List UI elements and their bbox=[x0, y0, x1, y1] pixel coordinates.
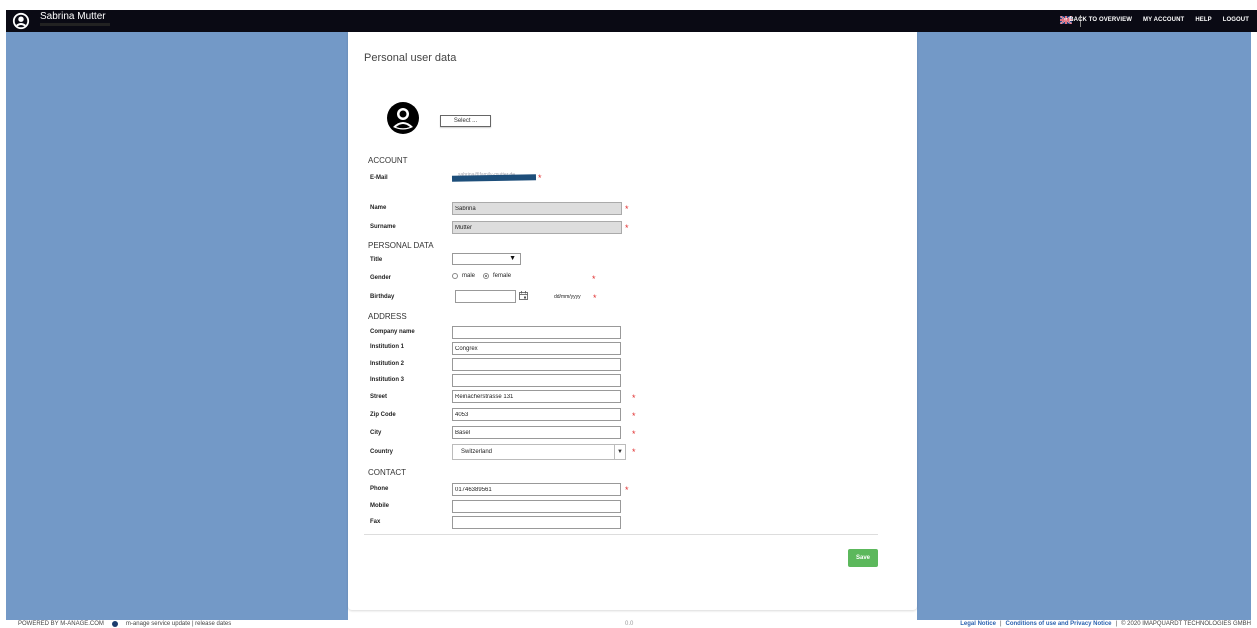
gender-label: Gender bbox=[370, 275, 392, 281]
top-navigation-bar: Sabrina Mutter « BACK TO OVERVIEW MY ACC… bbox=[6, 10, 1257, 32]
street-input[interactable] bbox=[452, 390, 621, 403]
institution3-input[interactable] bbox=[452, 374, 621, 387]
fax-input[interactable] bbox=[452, 516, 621, 529]
surname-required-mark: * bbox=[625, 223, 629, 233]
zip-label: Zip Code bbox=[370, 412, 396, 418]
section-account-heading: ACCOUNT bbox=[368, 156, 408, 165]
email-label: E-Mail bbox=[370, 175, 388, 181]
dropdown-arrow-icon: ▼ bbox=[617, 449, 623, 455]
gender-male-label: male bbox=[462, 273, 476, 279]
background-panel-left bbox=[6, 32, 348, 620]
city-input[interactable] bbox=[452, 426, 621, 439]
institution3-label: Institution 3 bbox=[370, 377, 404, 383]
phone-input[interactable] bbox=[452, 483, 621, 496]
help-link[interactable]: HELP bbox=[1195, 17, 1211, 23]
form-divider bbox=[364, 534, 878, 535]
institution2-label: Institution 2 bbox=[370, 361, 404, 367]
title-label: Title bbox=[370, 257, 383, 263]
section-address-heading: ADDRESS bbox=[368, 312, 407, 321]
phone-required-mark: * bbox=[625, 485, 629, 495]
surname-input[interactable] bbox=[452, 221, 622, 234]
conditions-link[interactable]: Conditions of use and Privacy Notice bbox=[1006, 621, 1112, 627]
street-label: Street bbox=[370, 394, 388, 400]
country-select[interactable]: Switzerland ▼ bbox=[452, 444, 626, 460]
save-button[interactable]: Save bbox=[848, 549, 878, 567]
footer-left: POWERED BY M-ANAGE.COM m-anage service u… bbox=[18, 621, 231, 627]
mobile-input[interactable] bbox=[452, 500, 621, 513]
country-value: Switzerland bbox=[461, 449, 493, 455]
profile-picture-icon bbox=[387, 102, 419, 134]
birthday-input[interactable] bbox=[455, 290, 516, 303]
section-personal-heading: PERSONAL DATA bbox=[368, 241, 434, 250]
name-input[interactable] bbox=[452, 202, 622, 215]
gender-required-mark: * bbox=[592, 274, 596, 284]
mobile-label: Mobile bbox=[370, 503, 389, 509]
gender-female-radio[interactable] bbox=[483, 273, 490, 279]
top-nav-links: « BACK TO OVERVIEW MY ACCOUNT HELP LOGOU… bbox=[1064, 17, 1249, 23]
copyright-text: © 2020 IMAPQUARDT TECHNOLOGIES GMBH bbox=[1121, 621, 1251, 627]
page: Sabrina Mutter « BACK TO OVERVIEW MY ACC… bbox=[0, 0, 1257, 628]
gender-radio-group: male female bbox=[452, 273, 511, 279]
birthday-format-hint: dd/mm/yyyy bbox=[554, 294, 581, 300]
info-icon bbox=[111, 621, 118, 627]
institution1-input[interactable] bbox=[452, 342, 621, 355]
city-required-mark: * bbox=[632, 429, 636, 439]
fax-label: Fax bbox=[370, 519, 381, 525]
select-picture-button[interactable]: Select ... bbox=[440, 115, 491, 127]
street-required-mark: * bbox=[632, 393, 636, 403]
dropdown-arrow-icon: ▼ bbox=[509, 255, 516, 262]
footer-center-text: 0.0 bbox=[625, 621, 634, 627]
city-label: City bbox=[370, 430, 382, 436]
birthday-required-mark: * bbox=[593, 293, 597, 303]
email-required-mark: * bbox=[538, 173, 542, 183]
service-update-link[interactable]: m-anage service update | release dates bbox=[126, 621, 231, 627]
calendar-icon[interactable] bbox=[519, 291, 528, 300]
page-title: Personal user data bbox=[364, 52, 457, 64]
footer: POWERED BY M-ANAGE.COM m-anage service u… bbox=[0, 620, 1257, 628]
zip-input[interactable] bbox=[452, 408, 621, 421]
country-label: Country bbox=[370, 449, 393, 455]
name-label: Name bbox=[370, 205, 387, 211]
email-redaction bbox=[451, 174, 537, 182]
personal-data-card: Personal user data Select ... ACCOUNT E-… bbox=[348, 32, 917, 610]
background-panel-right bbox=[917, 32, 1251, 620]
section-contact-heading: CONTACT bbox=[368, 468, 407, 477]
phone-label: Phone bbox=[370, 486, 389, 492]
footer-separator: | bbox=[1115, 621, 1118, 627]
footer-separator: | bbox=[999, 621, 1002, 627]
user-name: Sabrina Mutter bbox=[40, 11, 106, 22]
institution1-label: Institution 1 bbox=[370, 344, 404, 350]
surname-label: Surname bbox=[370, 224, 396, 230]
gender-female-label: female bbox=[493, 273, 512, 279]
zip-required-mark: * bbox=[632, 411, 636, 421]
legal-notice-link[interactable]: Legal Notice bbox=[960, 621, 996, 627]
title-select[interactable]: ▼ bbox=[452, 253, 521, 265]
gender-male-radio[interactable] bbox=[452, 273, 458, 279]
country-required-mark: * bbox=[632, 447, 636, 457]
footer-right: Legal Notice | Conditions of use and Pri… bbox=[960, 621, 1251, 627]
institution2-input[interactable] bbox=[452, 358, 621, 371]
powered-by-text: POWERED BY M-ANAGE.COM bbox=[18, 621, 104, 627]
name-required-mark: * bbox=[625, 204, 629, 214]
user-avatar-icon[interactable] bbox=[12, 12, 30, 30]
logout-link[interactable]: LOGOUT bbox=[1223, 17, 1249, 23]
my-account-link[interactable]: MY ACCOUNT bbox=[1143, 17, 1184, 23]
birthday-label: Birthday bbox=[370, 294, 395, 300]
country-select-divider bbox=[614, 445, 615, 459]
user-subtitle-redacted bbox=[40, 23, 110, 26]
back-to-overview-link[interactable]: « BACK TO OVERVIEW bbox=[1064, 17, 1132, 23]
company-label: Company name bbox=[370, 329, 415, 335]
company-input[interactable] bbox=[452, 326, 621, 339]
